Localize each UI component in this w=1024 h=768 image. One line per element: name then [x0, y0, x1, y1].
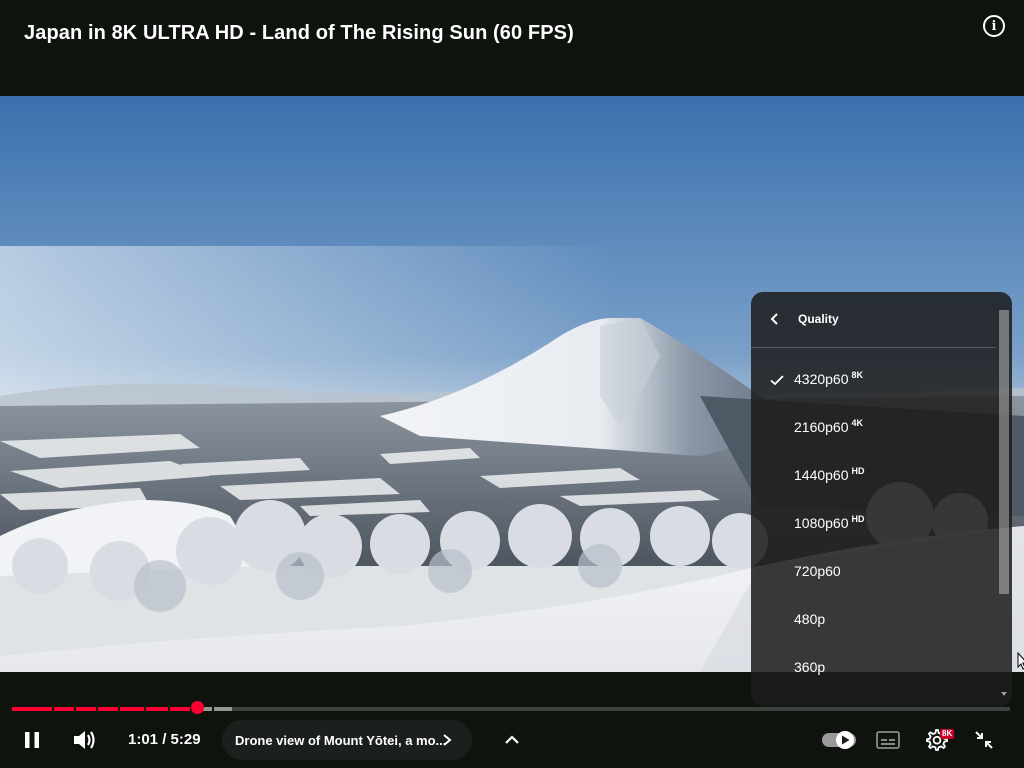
quality-menu: Quality 4320p60 8K 2160p60 4K 1440p60 HD 10… — [751, 292, 1012, 706]
chapter-divider — [118, 707, 120, 711]
quality-option-4320p60[interactable]: 4320p60 8K — [751, 356, 996, 404]
quality-option-label: 2160p60 4K — [794, 418, 864, 435]
quality-tag: HD — [851, 466, 865, 476]
video-title[interactable]: Japan in 8K ULTRA HD - Land of The Risin… — [24, 22, 574, 45]
quality-menu-title: Quality — [798, 312, 839, 326]
exit-fullscreen-button[interactable] — [968, 724, 1000, 756]
closed-captions-icon — [876, 731, 900, 749]
autoplay-toggle[interactable] — [822, 728, 858, 752]
quality-option-label: 4320p60 8K — [794, 370, 864, 387]
quality-option-360p[interactable]: 360p — [751, 644, 996, 692]
quality-option-label: 1080p60 HD — [794, 514, 865, 531]
quality-option-2160p60[interactable]: 2160p60 4K — [751, 404, 996, 452]
chapter-divider — [74, 707, 76, 711]
quality-option-label: 360p — [794, 659, 826, 675]
chapter-divider — [96, 707, 98, 711]
chevron-right-icon — [443, 734, 452, 746]
exit-fullscreen-icon — [975, 731, 993, 749]
chevron-up-icon — [505, 735, 519, 744]
quality-option-label: 480p — [794, 611, 826, 627]
chapter-divider — [52, 707, 54, 711]
progress-bar[interactable] — [12, 707, 1010, 711]
expand-button[interactable] — [496, 724, 528, 756]
quality-menu-back-button[interactable]: Quality — [751, 292, 996, 348]
pause-icon — [25, 732, 39, 748]
check-icon — [770, 375, 784, 386]
time-display: 1:01 / 5:29 — [128, 731, 201, 748]
volume-button[interactable] — [68, 724, 102, 756]
quality-option-label: 720p60 — [794, 563, 841, 579]
progress-scrubber[interactable] — [190, 701, 204, 714]
quality-menu-scrollbar[interactable] — [999, 310, 1009, 698]
subtitles-button[interactable] — [872, 724, 904, 756]
info-icon[interactable]: i — [983, 15, 1005, 37]
volume-high-icon — [74, 731, 95, 749]
quality-option-480p[interactable]: 480p — [751, 596, 996, 644]
chapter-button[interactable]: Drone view of Mount Yōtei, a mo... — [222, 720, 472, 760]
pause-button[interactable] — [16, 724, 48, 756]
quality-option-720p60[interactable]: 720p60 — [751, 548, 996, 596]
scroll-down-icon[interactable] — [1000, 690, 1008, 698]
chapter-divider — [168, 707, 170, 711]
quality-badge: 8K — [940, 729, 955, 739]
chapter-divider — [144, 707, 146, 711]
quality-option-label: 1440p60 HD — [794, 466, 865, 483]
chevron-left-icon — [770, 313, 778, 325]
title-bar: Japan in 8K ULTRA HD - Land of The Risin… — [0, 0, 1024, 96]
quality-tag: 4K — [851, 418, 864, 428]
chapter-title: Drone view of Mount Yōtei, a mo... — [235, 732, 447, 748]
quality-tag: HD — [851, 514, 865, 524]
quality-option-1080p60[interactable]: 1080p60 HD — [751, 500, 996, 548]
scrollbar-thumb[interactable] — [999, 310, 1009, 594]
mouse-cursor-icon — [1017, 652, 1024, 670]
quality-option-1440p60[interactable]: 1440p60 HD — [751, 452, 996, 500]
autoplay-toggle-icon — [822, 731, 856, 749]
quality-tag: 8K — [851, 370, 864, 380]
chapter-divider — [212, 707, 214, 711]
